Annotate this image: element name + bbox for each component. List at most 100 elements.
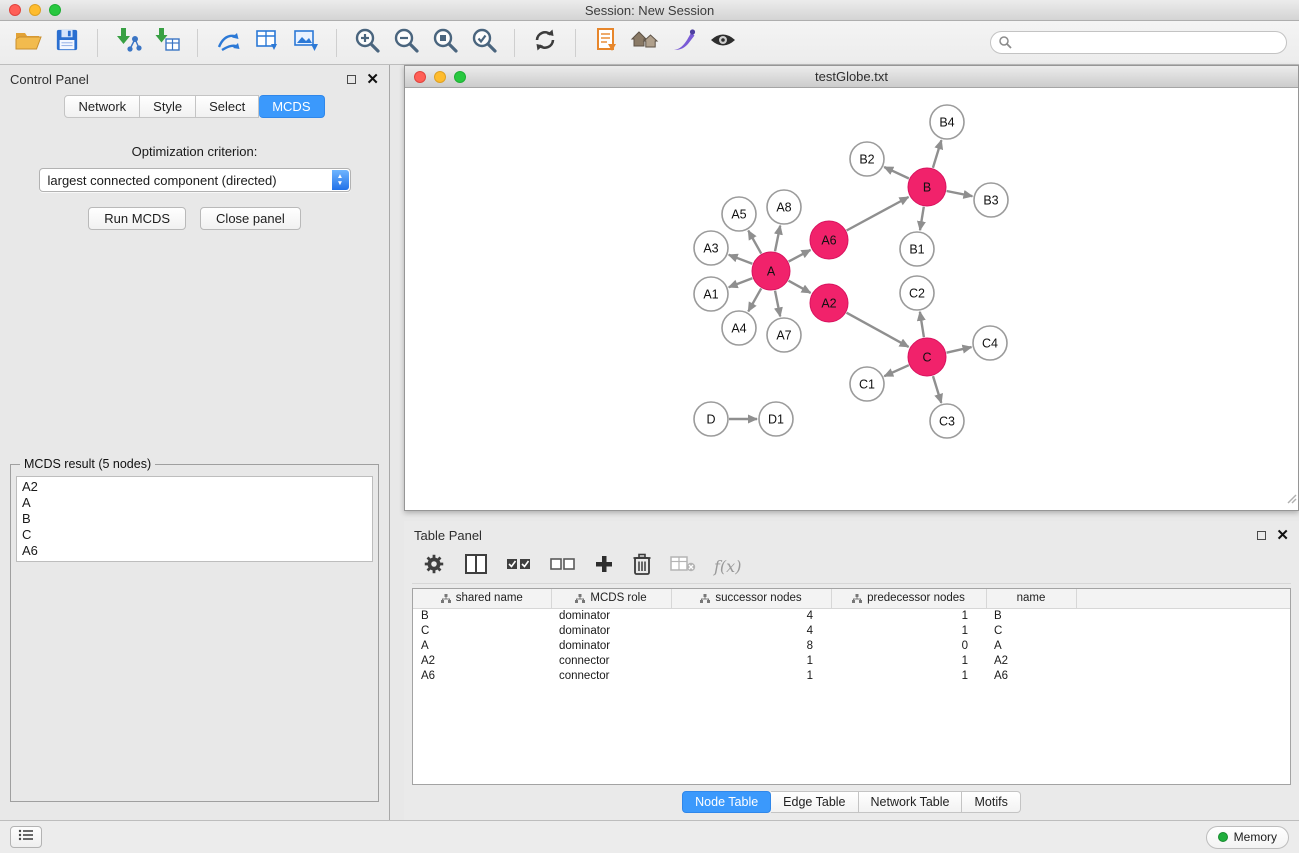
network-node-A3[interactable]: A3 — [694, 231, 728, 265]
network-node-C3[interactable]: C3 — [930, 404, 964, 438]
criterion-dropdown[interactable]: largest connected component (directed) ▲… — [39, 168, 351, 192]
network-window-titlebar[interactable]: testGlobe.txt — [405, 66, 1298, 88]
close-window-button[interactable] — [9, 4, 21, 16]
network-node-B4[interactable]: B4 — [930, 105, 964, 139]
network-node-A8[interactable]: A8 — [767, 190, 801, 224]
mcds-result-item[interactable]: B — [22, 511, 367, 527]
table-row[interactable]: Cdominator41C — [413, 624, 1290, 639]
table-cell[interactable]: A6 — [413, 669, 551, 684]
table-cell[interactable]: 1 — [831, 654, 986, 669]
network-node-B3[interactable]: B3 — [974, 183, 1008, 217]
network-close-button[interactable] — [414, 71, 426, 83]
network-node-A[interactable]: A — [752, 252, 790, 290]
tab-network[interactable]: Network — [64, 95, 140, 118]
network-node-C[interactable]: C — [908, 338, 946, 376]
mcds-result-list[interactable]: A2ABCA6 — [16, 476, 373, 562]
network-node-C2[interactable]: C2 — [900, 276, 934, 310]
table-cell[interactable]: dominator — [551, 639, 671, 654]
float-table-panel-icon[interactable] — [1257, 531, 1266, 540]
select-all-columns-icon[interactable] — [506, 556, 532, 577]
network-node-C1[interactable]: C1 — [850, 367, 884, 401]
open-session-document-button[interactable] — [590, 27, 622, 59]
table-cell[interactable]: C — [413, 624, 551, 639]
save-session-button[interactable] — [51, 27, 83, 59]
network-edge-A2-C[interactable] — [847, 313, 909, 347]
network-zoom-button[interactable] — [454, 71, 466, 83]
mcds-result-item[interactable]: A — [22, 495, 367, 511]
show-columns-icon[interactable] — [464, 553, 488, 580]
table-cell[interactable]: 4 — [671, 608, 831, 624]
table-cell[interactable]: B — [413, 608, 551, 624]
network-node-C4[interactable]: C4 — [973, 326, 1007, 360]
import-network-button[interactable] — [112, 27, 144, 59]
tab-node-table[interactable]: Node Table — [682, 791, 771, 813]
show-panel-list-button[interactable] — [10, 826, 42, 848]
mcds-result-item[interactable]: A2 — [22, 479, 367, 495]
column-header-shared-name[interactable]: shared name — [413, 589, 551, 608]
table-cell[interactable]: 8 — [671, 639, 831, 654]
network-edge-C-C2[interactable] — [920, 312, 924, 337]
network-edge-A-A1[interactable] — [729, 278, 753, 287]
zoom-window-button[interactable] — [49, 4, 61, 16]
resize-grip-icon[interactable] — [1285, 491, 1297, 509]
export-image-button[interactable] — [290, 27, 322, 59]
style-brush-button[interactable] — [668, 27, 700, 59]
network-edge-C-C4[interactable] — [947, 347, 972, 353]
network-edge-A6-B[interactable] — [847, 197, 909, 231]
close-panel-icon[interactable]: ✕ — [366, 72, 379, 87]
tab-motifs[interactable]: Motifs — [962, 791, 1020, 813]
table-row[interactable]: Adominator80A — [413, 639, 1290, 654]
table-cell[interactable]: A — [986, 639, 1076, 654]
refresh-layout-button[interactable] — [529, 27, 561, 59]
column-header-mcds-role[interactable]: MCDS role — [551, 589, 671, 608]
tab-network-table[interactable]: Network Table — [859, 791, 963, 813]
network-edge-B-B2[interactable] — [884, 167, 909, 179]
tab-edge-table[interactable]: Edge Table — [771, 791, 858, 813]
table-row[interactable]: A2connector11A2 — [413, 654, 1290, 669]
network-node-A4[interactable]: A4 — [722, 311, 756, 345]
network-node-A1[interactable]: A1 — [694, 277, 728, 311]
network-edge-A-A6[interactable] — [789, 250, 811, 262]
mcds-result-item[interactable]: A6 — [22, 543, 367, 559]
table-cell[interactable]: 1 — [831, 624, 986, 639]
column-header-predecessor-nodes[interactable]: predecessor nodes — [831, 589, 986, 608]
zoom-out-button[interactable] — [390, 27, 422, 59]
network-node-A6[interactable]: A6 — [810, 221, 848, 259]
network-node-A5[interactable]: A5 — [722, 197, 756, 231]
table-cell[interactable]: dominator — [551, 608, 671, 624]
show-graphics-details-button[interactable] — [707, 27, 739, 59]
table-cell[interactable]: connector — [551, 669, 671, 684]
close-table-panel-icon[interactable]: ✕ — [1276, 528, 1289, 543]
table-cell[interactable]: 0 — [831, 639, 986, 654]
create-column-plus-icon[interactable] — [594, 554, 614, 579]
table-cell[interactable]: A — [413, 639, 551, 654]
column-header-successor-nodes[interactable]: successor nodes — [671, 589, 831, 608]
network-edge-A-A8[interactable] — [775, 226, 780, 252]
column-header-name[interactable]: name — [986, 589, 1076, 608]
run-mcds-button[interactable]: Run MCDS — [88, 207, 186, 230]
float-panel-icon[interactable] — [347, 75, 356, 84]
network-canvas[interactable]: B4B2BB3A5A8A6B1A3AA1C2A2A4A7C4CC1C3DD1 — [405, 88, 1298, 510]
network-overview-button[interactable] — [629, 27, 661, 59]
network-graph[interactable]: B4B2BB3A5A8A6B1A3AA1C2A2A4A7C4CC1C3DD1 — [405, 88, 1298, 510]
zoom-fit-button[interactable] — [429, 27, 461, 59]
open-file-button[interactable] — [12, 27, 44, 59]
delete-table-icon[interactable] — [670, 555, 696, 578]
table-cell[interactable]: connector — [551, 654, 671, 669]
network-node-D[interactable]: D — [694, 402, 728, 436]
network-node-A7[interactable]: A7 — [767, 318, 801, 352]
network-edge-C-C3[interactable] — [933, 376, 941, 403]
unselect-all-columns-icon[interactable] — [550, 556, 576, 577]
zoom-selected-button[interactable] — [468, 27, 500, 59]
delete-column-trash-icon[interactable] — [632, 553, 652, 580]
table-cell[interactable]: A2 — [413, 654, 551, 669]
network-node-B2[interactable]: B2 — [850, 142, 884, 176]
function-builder-button[interactable]: f(x) — [714, 557, 741, 576]
network-node-D1[interactable]: D1 — [759, 402, 793, 436]
new-table-button[interactable] — [251, 27, 283, 59]
table-cell[interactable]: 1 — [831, 608, 986, 624]
table-cell[interactable]: A2 — [986, 654, 1076, 669]
table-cell[interactable]: dominator — [551, 624, 671, 639]
table-cell[interactable]: C — [986, 624, 1076, 639]
minimize-window-button[interactable] — [29, 4, 41, 16]
